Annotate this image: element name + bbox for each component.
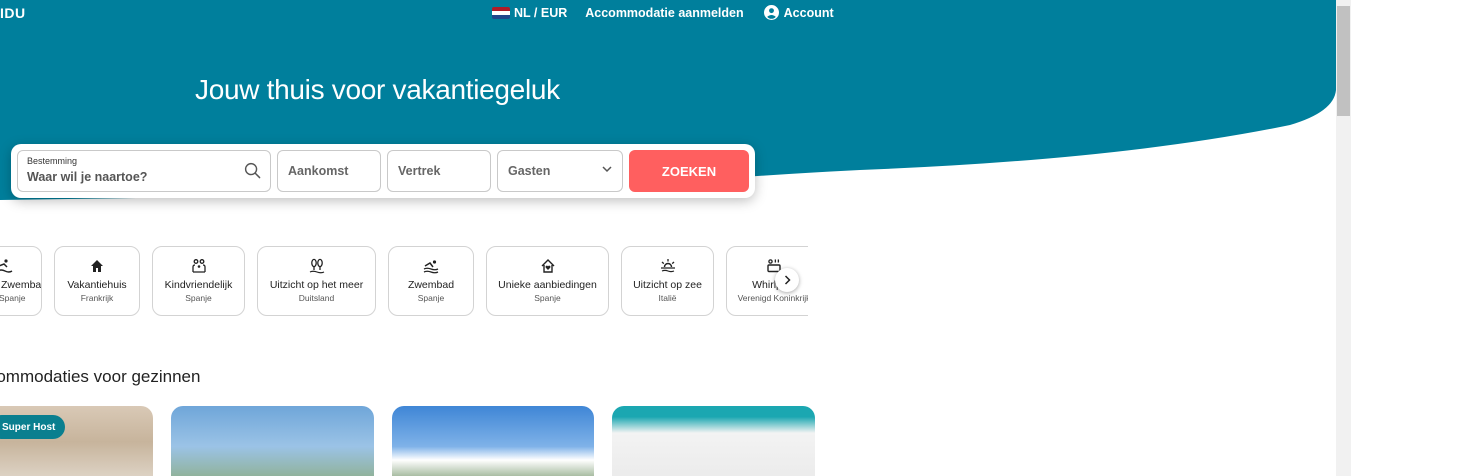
property-card-image[interactable]	[171, 406, 374, 476]
super-host-label: Super Host	[2, 421, 56, 433]
house-icon	[91, 260, 103, 272]
search-icon	[244, 162, 261, 179]
super-host-badge: Super Host	[0, 415, 66, 439]
site-logo[interactable]: IDU	[0, 5, 26, 21]
category-title: Kindvriendelijk	[164, 279, 233, 291]
category-title: Uitzicht op het meer	[269, 279, 364, 291]
chevron-right-icon	[784, 275, 791, 285]
list-property-link[interactable]: Accommodatie aanmelden	[585, 6, 743, 20]
category-title: Zwembad	[1, 279, 42, 291]
departure-label: Vertrek	[398, 164, 441, 178]
category-subtitle: Italië	[658, 293, 677, 303]
departure-date-field[interactable]: Vertrek	[387, 150, 491, 192]
category-chip-pool[interactable]: Zwembad Spanje	[0, 246, 42, 316]
lake-view-icon	[309, 258, 324, 274]
destination-field[interactable]: Bestemming Waar wil je naartoe?	[17, 150, 271, 192]
category-subtitle: Duitsland	[298, 293, 335, 303]
guests-select[interactable]: Gasten	[497, 150, 623, 192]
carousel-next-button[interactable]	[775, 268, 799, 292]
category-carousel: Zwembad Spanje Vakantiehuis Frankrijk Ki…	[0, 246, 808, 318]
category-subtitle: Spanje	[534, 293, 561, 303]
category-chip-sea-view[interactable]: Uitzicht op zee Italië	[621, 246, 714, 316]
category-title: Vakantiehuis	[67, 279, 127, 291]
category-subtitle: Spanje	[0, 293, 26, 303]
language-currency-label: NL / EUR	[514, 5, 568, 20]
language-currency-selector[interactable]: NL / EUR	[492, 6, 567, 20]
destination-input[interactable]: Waar wil je naartoe?	[27, 170, 147, 184]
category-title: Unieke aanbiedingen	[498, 279, 597, 291]
category-title: Uitzicht op zee	[633, 279, 702, 291]
category-subtitle: Spanje	[185, 293, 212, 303]
top-navigation: NL / EUR Accommodatie aanmelden Account	[492, 4, 834, 21]
section-title: Accommodaties voor gezinnen	[0, 367, 201, 386]
user-circle-icon	[763, 5, 779, 20]
scrollbar-thumb[interactable]	[1337, 6, 1350, 116]
pool-icon	[0, 259, 13, 273]
chevron-down-icon	[602, 166, 612, 173]
category-chip-vacation-home[interactable]: Vakantiehuis Frankrijk	[54, 246, 140, 316]
category-chip-lake-view[interactable]: Uitzicht op het meer Duitsland	[257, 246, 376, 316]
swimmer-icon	[423, 260, 439, 274]
account-label: Account	[783, 5, 834, 20]
search-bar: Bestemming Waar wil je naartoe? Aankomst…	[11, 144, 755, 198]
category-subtitle: Verenigd Koninkrijk	[737, 293, 808, 303]
category-subtitle: Spanje	[417, 293, 445, 303]
category-chip-swimming-pool[interactable]: Zwembad Spanje	[388, 246, 474, 316]
sunset-icon	[660, 259, 675, 273]
category-chip-child-friendly[interactable]: Kindvriendelijk Spanje	[152, 246, 245, 316]
account-menu[interactable]: Account	[763, 5, 834, 20]
property-card-image[interactable]	[612, 406, 815, 476]
category-subtitle: Frankrijk	[80, 293, 114, 303]
arrival-date-field[interactable]: Aankomst	[277, 150, 381, 192]
guests-label: Gasten	[508, 164, 551, 178]
search-button[interactable]: ZOEKEN	[629, 150, 749, 192]
destination-label: Bestemming	[27, 156, 78, 166]
category-chip-unique-offers[interactable]: Unieke aanbiedingen Spanje	[486, 246, 609, 316]
home-heart-icon	[541, 259, 554, 273]
family-icon	[191, 259, 206, 273]
property-card-image[interactable]	[392, 406, 594, 476]
arrival-label: Aankomst	[288, 164, 349, 178]
category-title: Zwembad	[407, 279, 455, 291]
hero-title: Jouw thuis voor vakantiegeluk	[195, 74, 560, 105]
netherlands-flag-icon	[492, 6, 510, 19]
